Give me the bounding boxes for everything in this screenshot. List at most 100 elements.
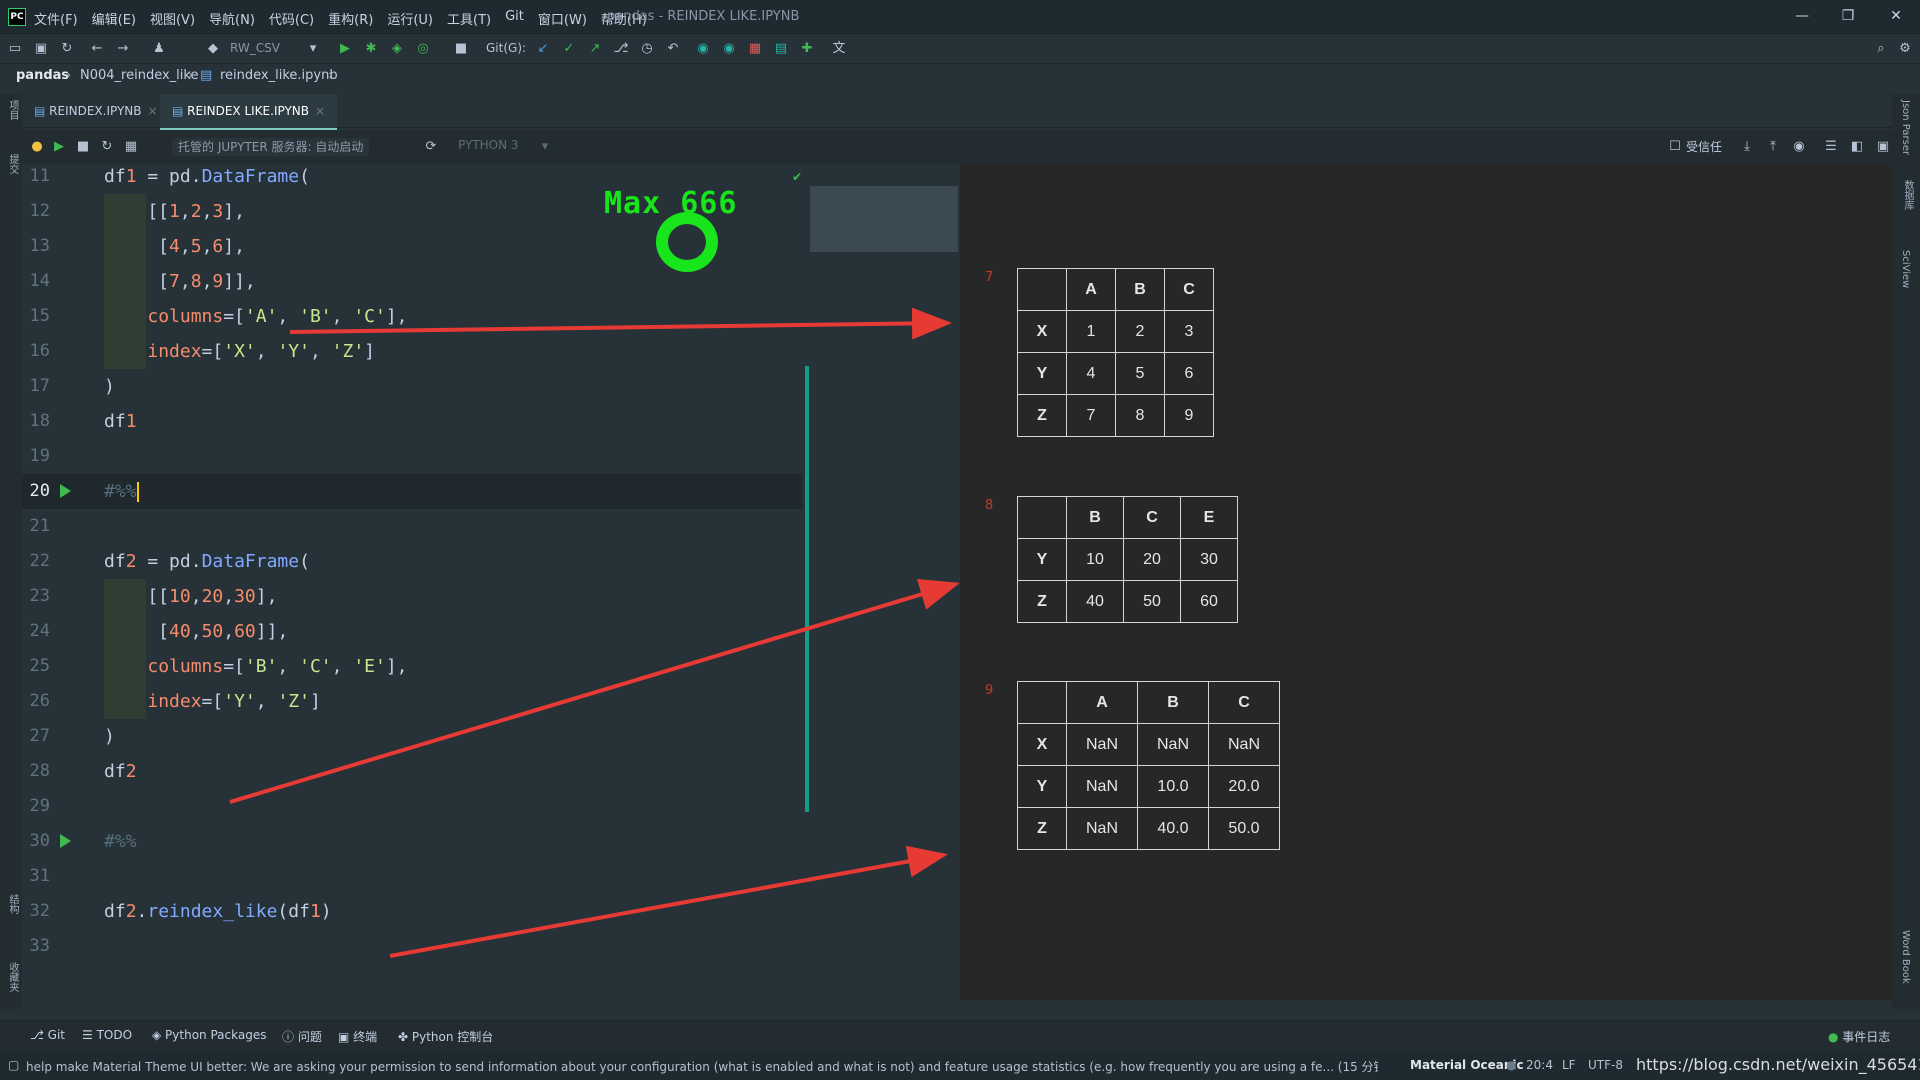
code-editor[interactable]: 1011df1 = pd.DataFrame(12 [[1,2,3],13 [4…: [22, 164, 960, 1000]
settings-gear-icon[interactable]: ⚙: [1896, 40, 1914, 58]
menu-window[interactable]: 窗口(W): [538, 9, 587, 28]
run-config-selector[interactable]: RW_CSV: [230, 41, 280, 55]
code-line[interactable]: 14 [7,8,9]],: [22, 264, 822, 299]
restore-button[interactable]: ❐: [1838, 6, 1858, 26]
profile-icon[interactable]: ◎: [414, 40, 432, 58]
notification-icon[interactable]: ▢: [8, 1058, 19, 1072]
split-view-icon[interactable]: ◧: [1848, 138, 1866, 156]
trusted-label[interactable]: 受信任: [1686, 138, 1722, 155]
menu-tools[interactable]: 工具(T): [447, 9, 491, 28]
breadcrumb-folder[interactable]: N004_reindex_like: [80, 68, 198, 83]
stop-kernel-icon[interactable]: ■: [74, 138, 92, 156]
menu-git[interactable]: Git: [505, 9, 524, 28]
database-panel-label[interactable]: 数据库: [1900, 180, 1915, 210]
restart-kernel-icon[interactable]: ↻: [98, 138, 116, 156]
user-icon[interactable]: ♟: [150, 40, 168, 58]
favorites-panel-label[interactable]: 收藏夹: [5, 962, 20, 992]
breadcrumb-project[interactable]: pandas: [16, 68, 69, 83]
run-all-icon[interactable]: ▶: [50, 138, 68, 156]
code-line[interactable]: 26 index=['Y', 'Z']: [22, 684, 822, 719]
git-push-icon[interactable]: ↗: [586, 40, 604, 58]
menu-code[interactable]: 代码(C): [269, 9, 314, 28]
run-cell-icon[interactable]: [60, 484, 71, 498]
cell-up-icon[interactable]: ⤒: [1764, 138, 1782, 156]
layout-icon[interactable]: ▤: [772, 40, 790, 58]
plugin-icon[interactable]: ▦: [746, 40, 764, 58]
search-everywhere-icon[interactable]: ◉: [720, 40, 738, 58]
lightbulb-icon[interactable]: ●: [28, 138, 46, 156]
stop-icon[interactable]: ■: [452, 40, 470, 58]
menu-view[interactable]: 视图(V): [150, 9, 195, 28]
back-icon[interactable]: ←: [88, 40, 106, 58]
open-folder-icon[interactable]: ▭: [6, 40, 24, 58]
code-line[interactable]: 29: [22, 789, 822, 824]
inspect-icon[interactable]: ◉: [694, 40, 712, 58]
scrollbar-thumb[interactable]: [805, 366, 809, 812]
cell-down-icon[interactable]: ⤓: [1738, 138, 1756, 156]
jupyter-server-selector[interactable]: 托管的 JUPYTER 服务器: 自动启动: [172, 138, 370, 156]
puzzle-icon[interactable]: ✚: [798, 40, 816, 58]
python-console-tool-button[interactable]: ✤ Python 控制台: [398, 1028, 493, 1045]
run-cell-icon[interactable]: [60, 834, 71, 848]
sync-icon[interactable]: ↻: [58, 40, 76, 58]
sciview-panel-label[interactable]: SciView: [1900, 250, 1911, 288]
chevron-down-icon[interactable]: ▾: [304, 40, 322, 58]
forward-icon[interactable]: →: [114, 40, 132, 58]
code-line[interactable]: 19: [22, 439, 822, 474]
menu-file[interactable]: 文件(F): [34, 9, 78, 28]
minimap[interactable]: [810, 186, 958, 252]
git-tool-button[interactable]: ⎇ Git: [30, 1028, 65, 1042]
variables-icon[interactable]: ▦: [122, 138, 140, 156]
json-parser-panel-label[interactable]: Json Parser: [1900, 100, 1911, 155]
code-line[interactable]: 22 df2 = pd.DataFrame(: [22, 544, 822, 579]
structure-panel-label[interactable]: 结构: [5, 894, 20, 914]
menu-refactor[interactable]: 重构(R): [328, 9, 373, 28]
editor-only-icon[interactable]: ☰: [1822, 138, 1840, 156]
kernel-selector[interactable]: PYTHON 3: [458, 138, 519, 152]
menu-navigate[interactable]: 导航(N): [209, 9, 255, 28]
git-branches-icon[interactable]: ⎇: [612, 40, 630, 58]
preview-only-icon[interactable]: ▣: [1874, 138, 1892, 156]
python-packages-tool-button[interactable]: ◈ Python Packages: [152, 1028, 266, 1042]
code-line[interactable]: 25 columns=['B', 'C', 'E'],: [22, 649, 822, 684]
eye-icon[interactable]: ◉: [1790, 138, 1808, 156]
event-log-button[interactable]: ● 事件日志: [1828, 1028, 1890, 1045]
word-book-panel-label[interactable]: Word Book: [1900, 930, 1911, 984]
code-line[interactable]: 31: [22, 859, 822, 894]
git-update-icon[interactable]: ↙: [534, 40, 552, 58]
code-line[interactable]: 24 [40,50,60]],: [22, 614, 822, 649]
code-line[interactable]: 17): [22, 369, 822, 404]
code-line[interactable]: 23 [[10,20,30],: [22, 579, 822, 614]
rollback-icon[interactable]: ↶: [664, 40, 682, 58]
file-encoding[interactable]: UTF-8: [1588, 1058, 1623, 1072]
run-icon[interactable]: ▶: [336, 40, 354, 58]
chevron-down-icon[interactable]: ▾: [536, 138, 554, 156]
code-line[interactable]: 32 df2.reindex_like(df1): [22, 894, 822, 929]
code-line[interactable]: 33: [22, 929, 822, 964]
status-message[interactable]: help make Material Theme UI better: We a…: [26, 1058, 1378, 1075]
search-icon[interactable]: ⌕: [1872, 40, 1890, 58]
terminal-tool-button[interactable]: ▣ 终端: [338, 1028, 377, 1045]
code-line[interactable]: 27): [22, 719, 822, 754]
pycharm-logo-icon[interactable]: PC: [8, 8, 26, 26]
close-window-button[interactable]: ✕: [1886, 6, 1906, 26]
todo-tool-button[interactable]: ☰ TODO: [82, 1028, 132, 1042]
minimize-button[interactable]: —: [1792, 6, 1812, 26]
caret-position[interactable]: 20:4: [1526, 1058, 1553, 1072]
code-line[interactable]: 28 df2: [22, 754, 822, 789]
line-separator[interactable]: LF: [1562, 1058, 1576, 1072]
save-icon[interactable]: ▣: [32, 40, 50, 58]
translate-icon[interactable]: 文: [830, 40, 848, 58]
breadcrumb-file[interactable]: reindex_like.ipynb: [220, 68, 338, 83]
code-line[interactable]: 15 columns=['A', 'B', 'C'],: [22, 299, 822, 334]
code-line[interactable]: 21: [22, 509, 822, 544]
code-line[interactable]: 20 #%%: [22, 474, 802, 509]
menu-edit[interactable]: 编辑(E): [92, 9, 136, 28]
tab-reindex-like[interactable]: ▤ REINDEX LIKE.IPYNB ×: [160, 94, 338, 131]
close-icon[interactable]: ×: [148, 104, 158, 118]
problems-tool-button[interactable]: ⓘ 问题: [282, 1028, 322, 1045]
commit-panel-label[interactable]: 提交: [5, 154, 20, 174]
history-icon[interactable]: ◷: [638, 40, 656, 58]
checkbox-icon[interactable]: ☐: [1666, 138, 1684, 156]
tab-reindex[interactable]: ▤ REINDEX.IPYNB ×: [22, 94, 170, 128]
